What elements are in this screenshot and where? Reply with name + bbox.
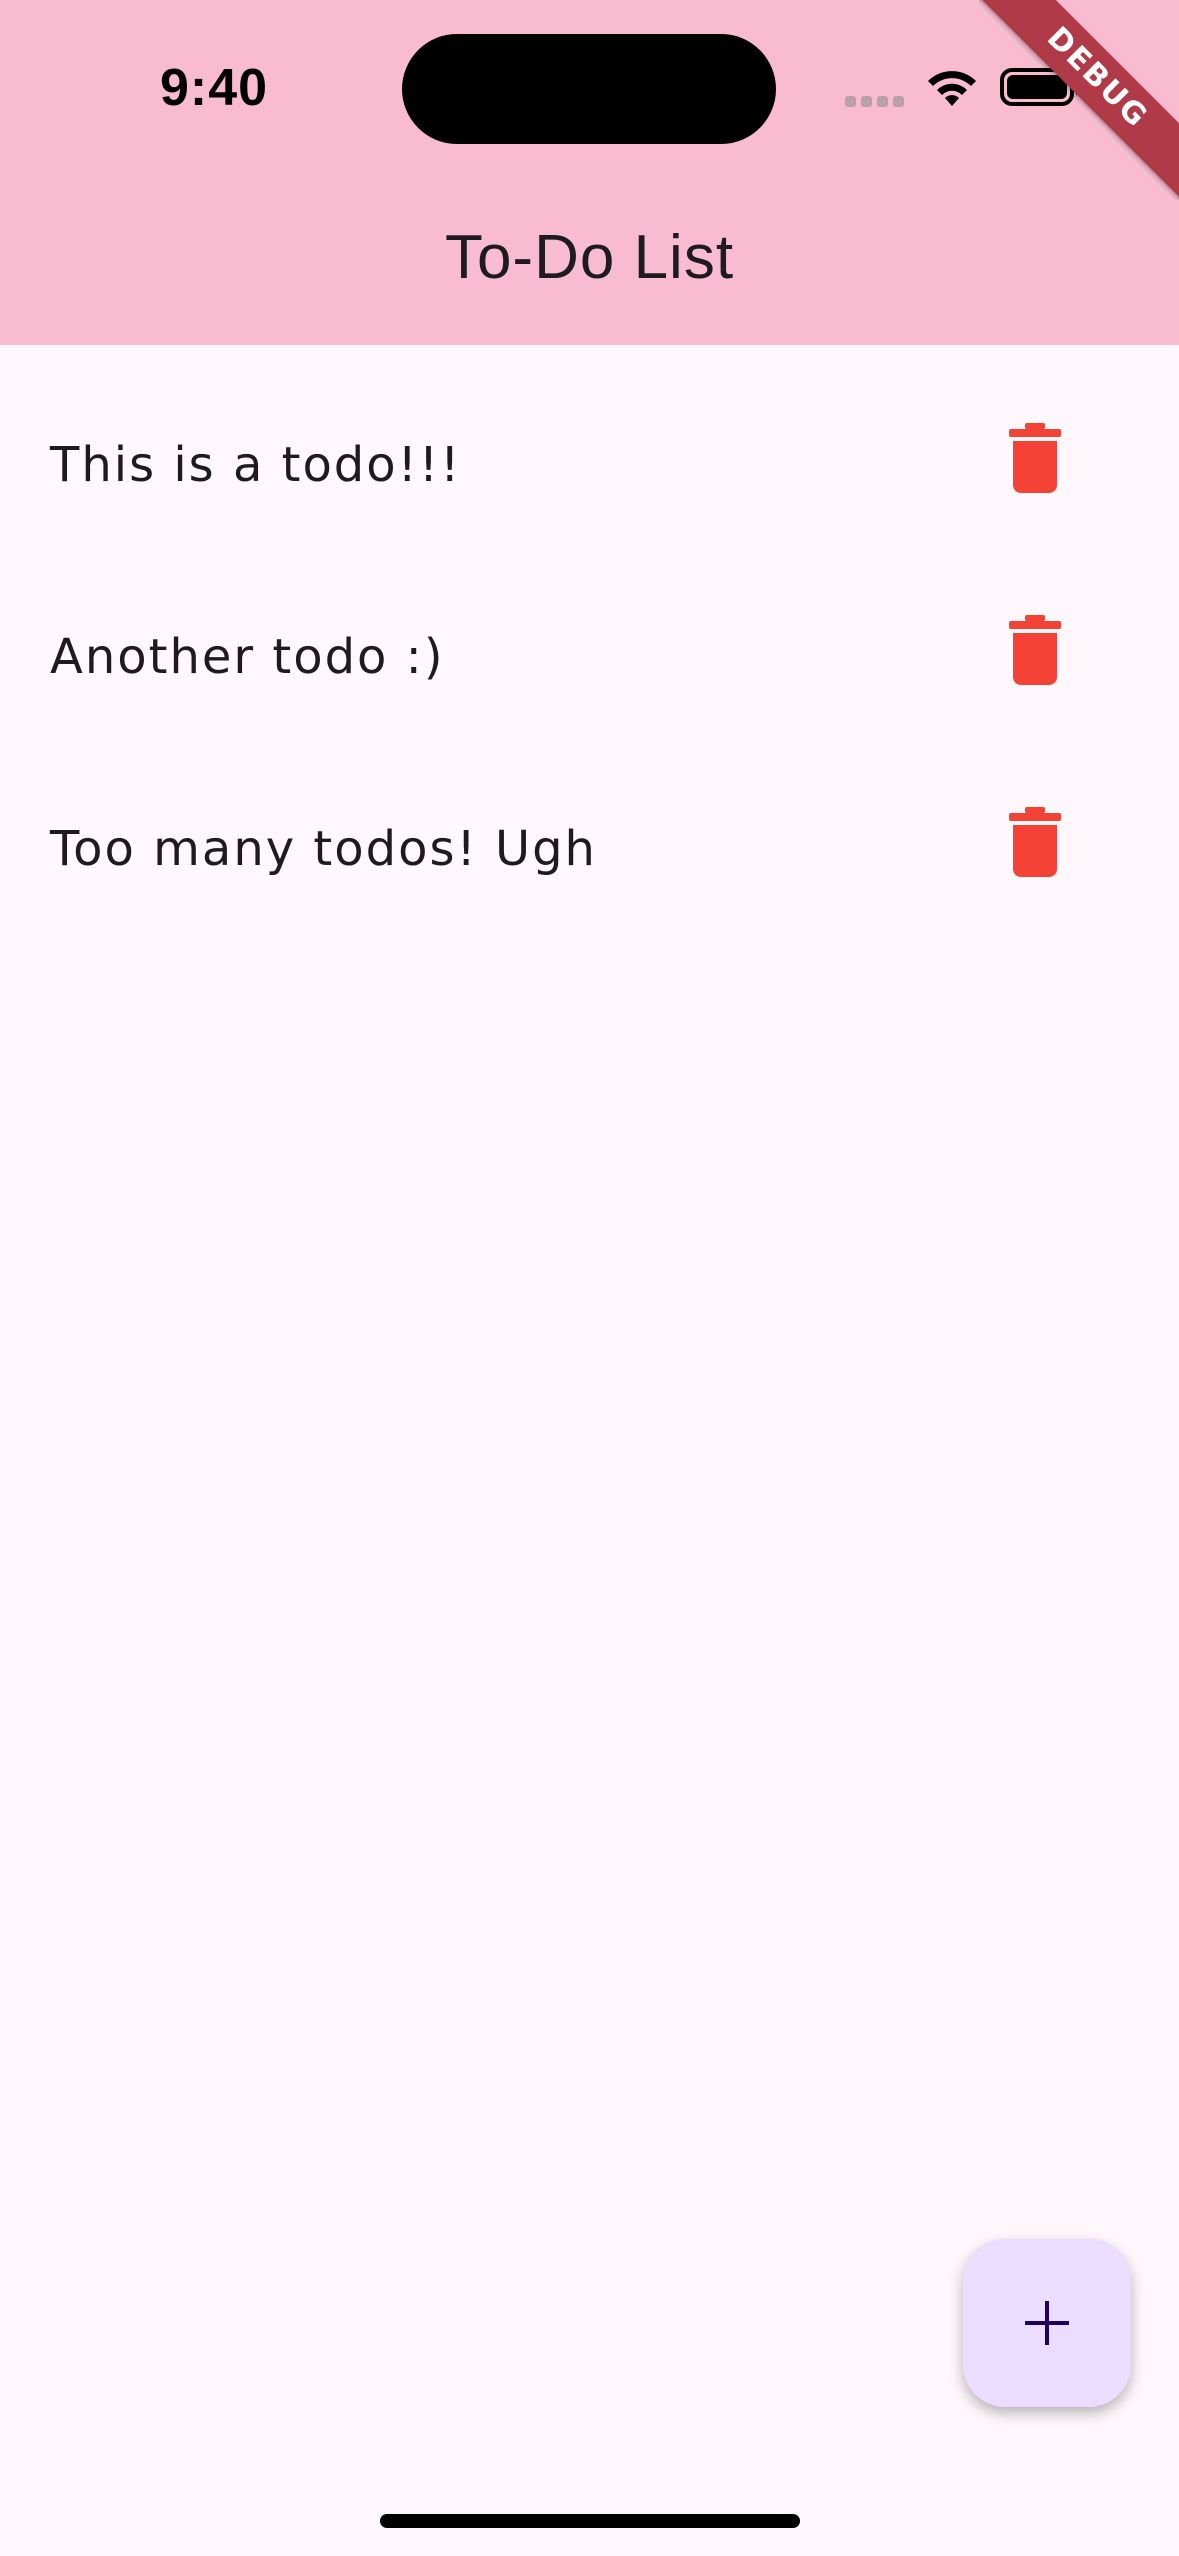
trash-icon [1009, 615, 1061, 685]
todo-text: Too many todos! Ugh [50, 821, 597, 877]
app-screen: 9:40 To-Do List DEBUG This is a todo!!! [0, 0, 1179, 2556]
trash-icon [1009, 423, 1061, 493]
trash-icon [1009, 807, 1061, 877]
status-time: 9:40 [160, 59, 269, 117]
battery-icon [1000, 68, 1074, 106]
wifi-icon [928, 71, 976, 106]
todo-item: This is a todo!!! [0, 345, 1179, 537]
cellular-signal-icon [845, 96, 904, 107]
todo-item: Too many todos! Ugh [0, 729, 1179, 921]
app-bar: 9:40 To-Do List [0, 0, 1179, 345]
plus-icon [1025, 2301, 1069, 2345]
home-indicator[interactable] [380, 2514, 800, 2528]
todo-text: Another todo :) [50, 629, 445, 685]
delete-button[interactable] [990, 797, 1080, 887]
battery-tip [1076, 79, 1082, 95]
todo-text: This is a todo!!! [50, 437, 462, 493]
delete-button[interactable] [990, 413, 1080, 503]
dynamic-island [402, 34, 776, 144]
todo-item: Another todo :) [0, 537, 1179, 729]
delete-button[interactable] [990, 605, 1080, 695]
page-title: To-Do List [444, 223, 735, 292]
add-todo-button[interactable] [963, 2239, 1131, 2407]
todo-list: This is a todo!!! Another todo :) Too ma… [0, 345, 1179, 921]
